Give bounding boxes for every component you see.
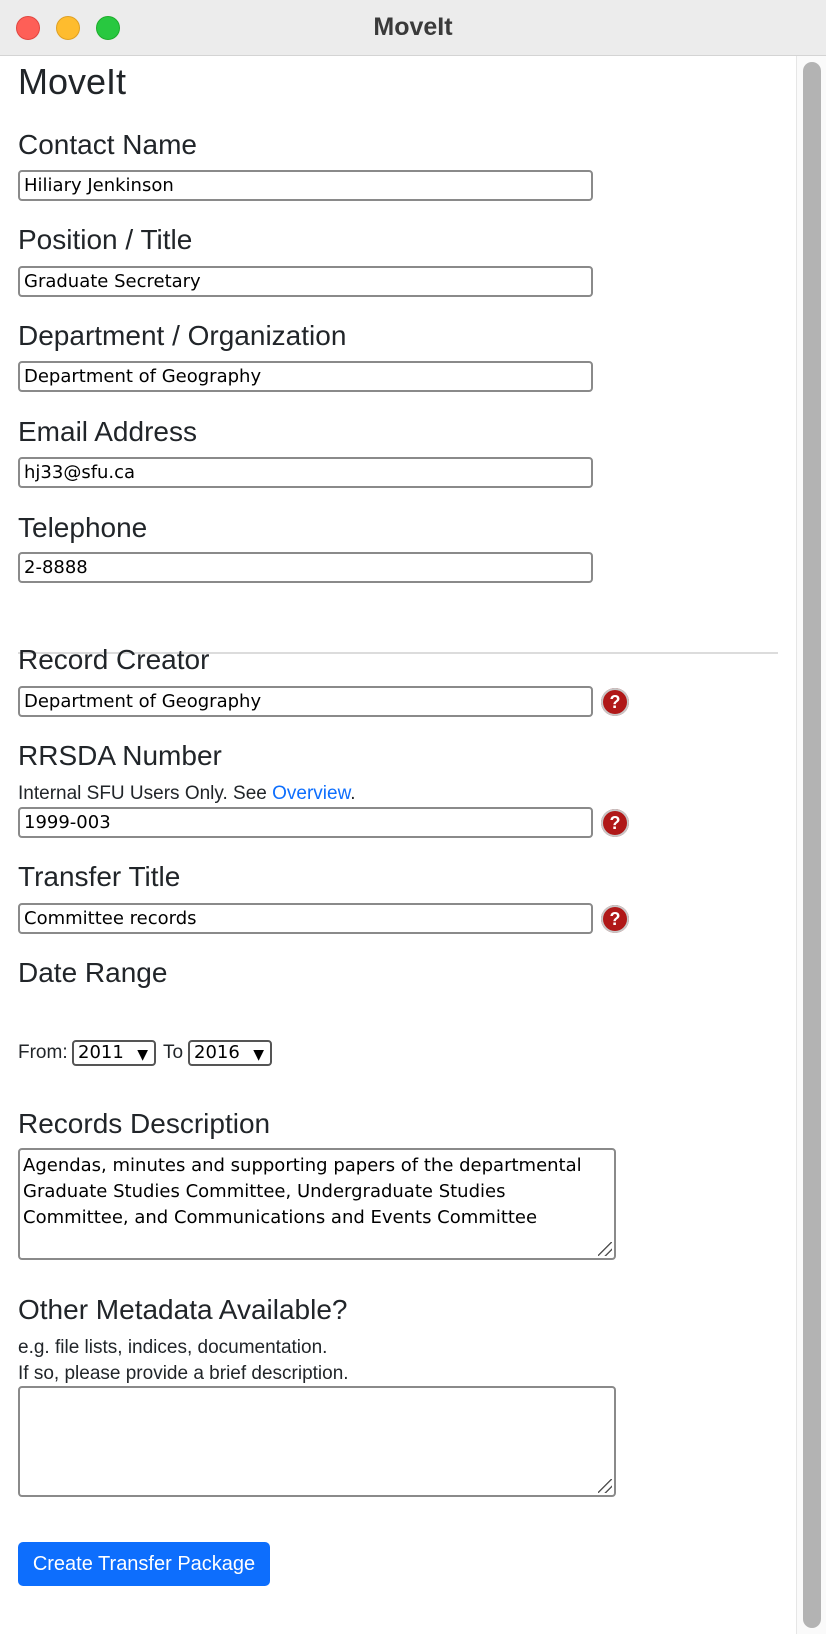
other-metadata-label: Other Metadata Available? [18,1294,348,1325]
metadata-help-line-1: e.g. file lists, indices, documentation. [18,1337,328,1358]
to-year-select[interactable]: 2016 ▼ [188,1040,272,1066]
chevron-down-icon: ▼ [137,1047,148,1063]
telephone-input[interactable]: 2-8888 [18,552,593,583]
contact-name-input[interactable]: Hiliary Jenkinson [18,170,593,201]
rrsda-help-prefix: Internal SFU Users Only. See [18,783,273,804]
email-input[interactable]: hj33@sfu.ca [18,457,593,488]
create-transfer-package-button[interactable]: Create Transfer Package [18,1542,270,1586]
department-input[interactable]: Department of Geography [18,361,593,392]
records-description-label: Records Description [18,1108,271,1139]
rrsda-number-input[interactable]: 1999-003 [18,807,593,838]
other-metadata-textarea[interactable] [18,1386,616,1497]
email-label: Email Address [18,416,197,447]
to-label: To [163,1042,184,1063]
to-year-value: 2016 [194,1042,240,1063]
resize-grip-icon[interactable] [598,1479,612,1493]
scrollbar-thumb[interactable] [803,62,821,1628]
record-creator-label: Record Creator [18,644,210,675]
chevron-down-icon: ▼ [253,1047,264,1063]
contact-name-label: Contact Name [18,129,197,160]
rrsda-number-label: RRSDA Number [18,740,222,771]
question-mark-icon[interactable]: ? [601,809,629,837]
question-mark-icon[interactable]: ? [601,905,629,933]
position-title-input[interactable]: Graduate Secretary [18,266,593,297]
records-description-textarea[interactable]: Agendas, minutes and supporting papers o… [18,1148,616,1260]
date-range-label: Date Range [18,957,168,988]
rrsda-help-suffix: . [350,783,356,804]
record-creator-input[interactable]: Department of Geography [18,686,593,717]
window-title: MoveIt [373,13,453,41]
metadata-help-line-2: If so, please provide a brief descriptio… [18,1363,349,1384]
window-titlebar: MoveIt [0,0,826,56]
from-label: From: [18,1042,68,1063]
department-label: Department / Organization [18,320,347,351]
from-year-value: 2011 [78,1042,124,1063]
position-title-label: Position / Title [18,224,193,255]
resize-grip-icon[interactable] [598,1242,612,1256]
from-year-select[interactable]: 2011 ▼ [72,1040,156,1066]
rrsda-help-text: Internal SFU Users Only. See Overview. [18,781,356,807]
transfer-title-input[interactable]: Committee records [18,903,593,934]
question-mark-icon[interactable]: ? [601,688,629,716]
transfer-title-label: Transfer Title [18,861,181,892]
records-description-text: Agendas, minutes and supporting papers o… [23,1155,582,1228]
overview-link[interactable]: Overview [272,783,350,804]
telephone-label: Telephone [18,512,148,543]
app-heading: MoveIt [18,61,127,102]
